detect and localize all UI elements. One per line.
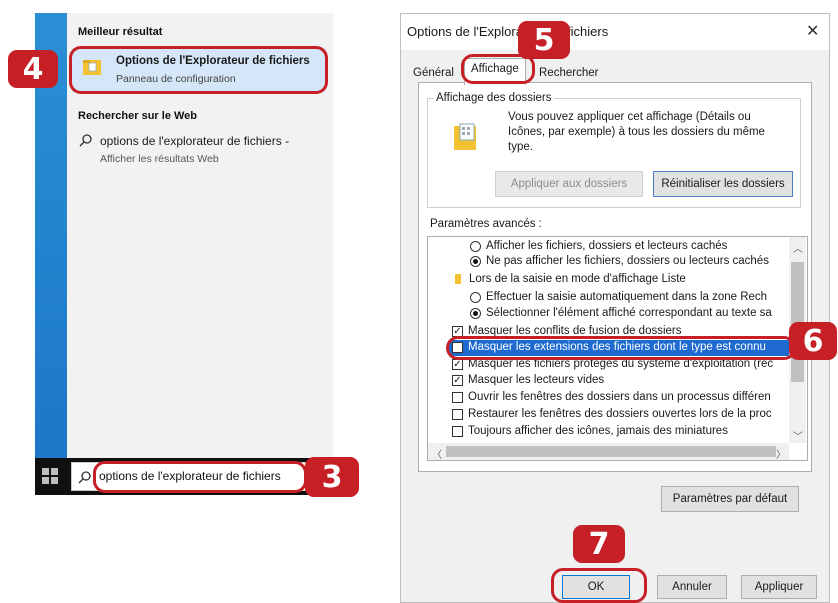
list-item[interactable]: Afficher les fichiers, dossiers et lecte… [486,239,727,254]
step-badge-3: 3 [305,457,359,497]
cancel-button[interactable]: Annuler [657,575,727,599]
list-item[interactable]: Effectuer la saisie automatiquement dans… [486,290,767,305]
scroll-left-icon[interactable]: 〈 [432,446,442,461]
apply-to-folders-button[interactable]: Appliquer aux dossiers [495,171,643,197]
checkbox-restore-windows[interactable] [452,409,463,420]
horizontal-scroll-thumb[interactable] [446,446,776,457]
checkbox-always-icons[interactable] [452,426,463,437]
apply-button[interactable]: Appliquer [741,575,817,599]
tab-rechercher[interactable]: Rechercher [534,63,603,83]
search-icon [79,133,93,147]
radio-show-hidden[interactable] [470,241,481,252]
reset-folders-button[interactable]: Réinitialiser les dossiers [653,171,793,197]
list-item: Lors de la saisie en mode d'affichage Li… [469,273,686,285]
best-result-header: Meilleur résultat [78,26,163,38]
step-badge-4: 4 [8,50,58,88]
windows-start-icon[interactable] [42,468,58,484]
folder-view-icon [452,122,478,152]
highlight-ring-extensions [446,336,796,360]
list-item[interactable]: Toujours afficher des icônes, jamais des… [468,424,728,439]
web-result-title[interactable]: options de l'explorateur de fichiers - [100,134,289,148]
radio-auto-search[interactable] [470,292,481,303]
web-search-header: Rechercher sur le Web [78,110,198,122]
list-item[interactable]: Masquer les lecteurs vides [468,373,604,388]
checkbox-separate-process[interactable] [452,392,463,403]
checkbox-hide-empty-drives[interactable]: ✓ [452,375,463,386]
checkbox-hide-protected-files[interactable]: ✓ [452,359,463,370]
step-badge-6: 6 [789,322,837,360]
close-icon[interactable]: ✕ [806,21,819,40]
list-item[interactable]: Sélectionner l'élément affiché correspon… [486,306,772,321]
tab-general[interactable]: Général [408,63,459,83]
scroll-up-icon[interactable]: ︿ [793,240,803,255]
list-item[interactable]: Ouvrir les fenêtres des dossiers dans un… [468,390,771,405]
step-badge-7: 7 [573,525,625,563]
search-icon [78,470,92,484]
step-badge-5: 5 [518,21,570,59]
restore-defaults-button[interactable]: Paramètres par défaut [661,486,799,512]
highlight-ring-ok [551,568,647,603]
scroll-right-icon[interactable]: 〉 [776,446,786,461]
radio-select-item[interactable] [470,308,481,319]
radio-hide-hidden[interactable] [470,256,481,267]
folder-view-label: Affichage des dossiers [434,92,554,104]
advanced-settings-label: Paramètres avancés : [430,218,542,230]
dialog-title: Options de l'Explorateur de fichiers [407,24,609,39]
folder-view-description: Vous pouvez appliquer cet affichage (Dét… [508,111,765,153]
web-result-subtitle: Afficher les résultats Web [100,153,219,165]
list-item[interactable]: Restaurer les fenêtres des dossiers ouve… [468,407,772,422]
scroll-down-icon[interactable]: ﹀ [793,428,803,443]
highlight-ring-search [93,461,307,493]
folder-icon [455,274,461,284]
list-item[interactable]: Ne pas afficher les fichiers, dossiers o… [486,254,769,269]
highlight-ring-best-result [69,46,328,94]
